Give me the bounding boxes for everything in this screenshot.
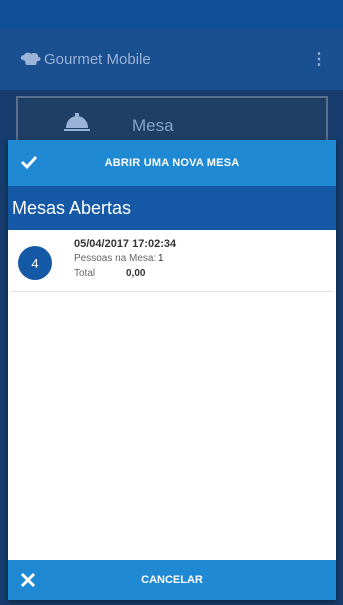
open-new-table-button[interactable]: ABRIR UMA NOVA MESA bbox=[8, 140, 336, 186]
check-icon bbox=[20, 155, 38, 170]
people-value: 1 bbox=[158, 253, 164, 264]
chef-hat-icon bbox=[20, 52, 41, 65]
more-vertical-icon[interactable]: ⋮ bbox=[311, 49, 327, 69]
open-tables-list: 4 05/04/2017 17:02:34 Pessoas na Mesa: 1… bbox=[12, 230, 332, 560]
total-value: 0,00 bbox=[126, 268, 146, 279]
cancel-label: CANCELAR bbox=[141, 574, 203, 586]
status-bar bbox=[0, 0, 343, 28]
app-title: Gourmet Mobile bbox=[44, 50, 151, 68]
table-row[interactable]: 4 05/04/2017 17:02:34 Pessoas na Mesa: 1… bbox=[12, 234, 332, 292]
total-label: Total bbox=[74, 268, 96, 279]
open-tables-dialog: ABRIR UMA NOVA MESA Mesas Abertas 4 05/0… bbox=[8, 140, 336, 600]
cloche-icon bbox=[64, 113, 90, 131]
close-icon bbox=[20, 572, 36, 588]
mesa-card-label: Mesa bbox=[132, 116, 174, 135]
cancel-button[interactable]: CANCELAR bbox=[8, 560, 336, 600]
app-bar: Gourmet Mobile ⋮ bbox=[0, 28, 343, 90]
table-number-badge: 4 bbox=[18, 246, 52, 280]
table-datetime: 05/04/2017 17:02:34 bbox=[74, 238, 177, 250]
section-title: Mesas Abertas bbox=[12, 197, 132, 218]
open-new-table-label: ABRIR UMA NOVA MESA bbox=[104, 157, 240, 169]
section-header: Mesas Abertas bbox=[8, 186, 336, 230]
people-label: Pessoas na Mesa: bbox=[74, 253, 157, 264]
